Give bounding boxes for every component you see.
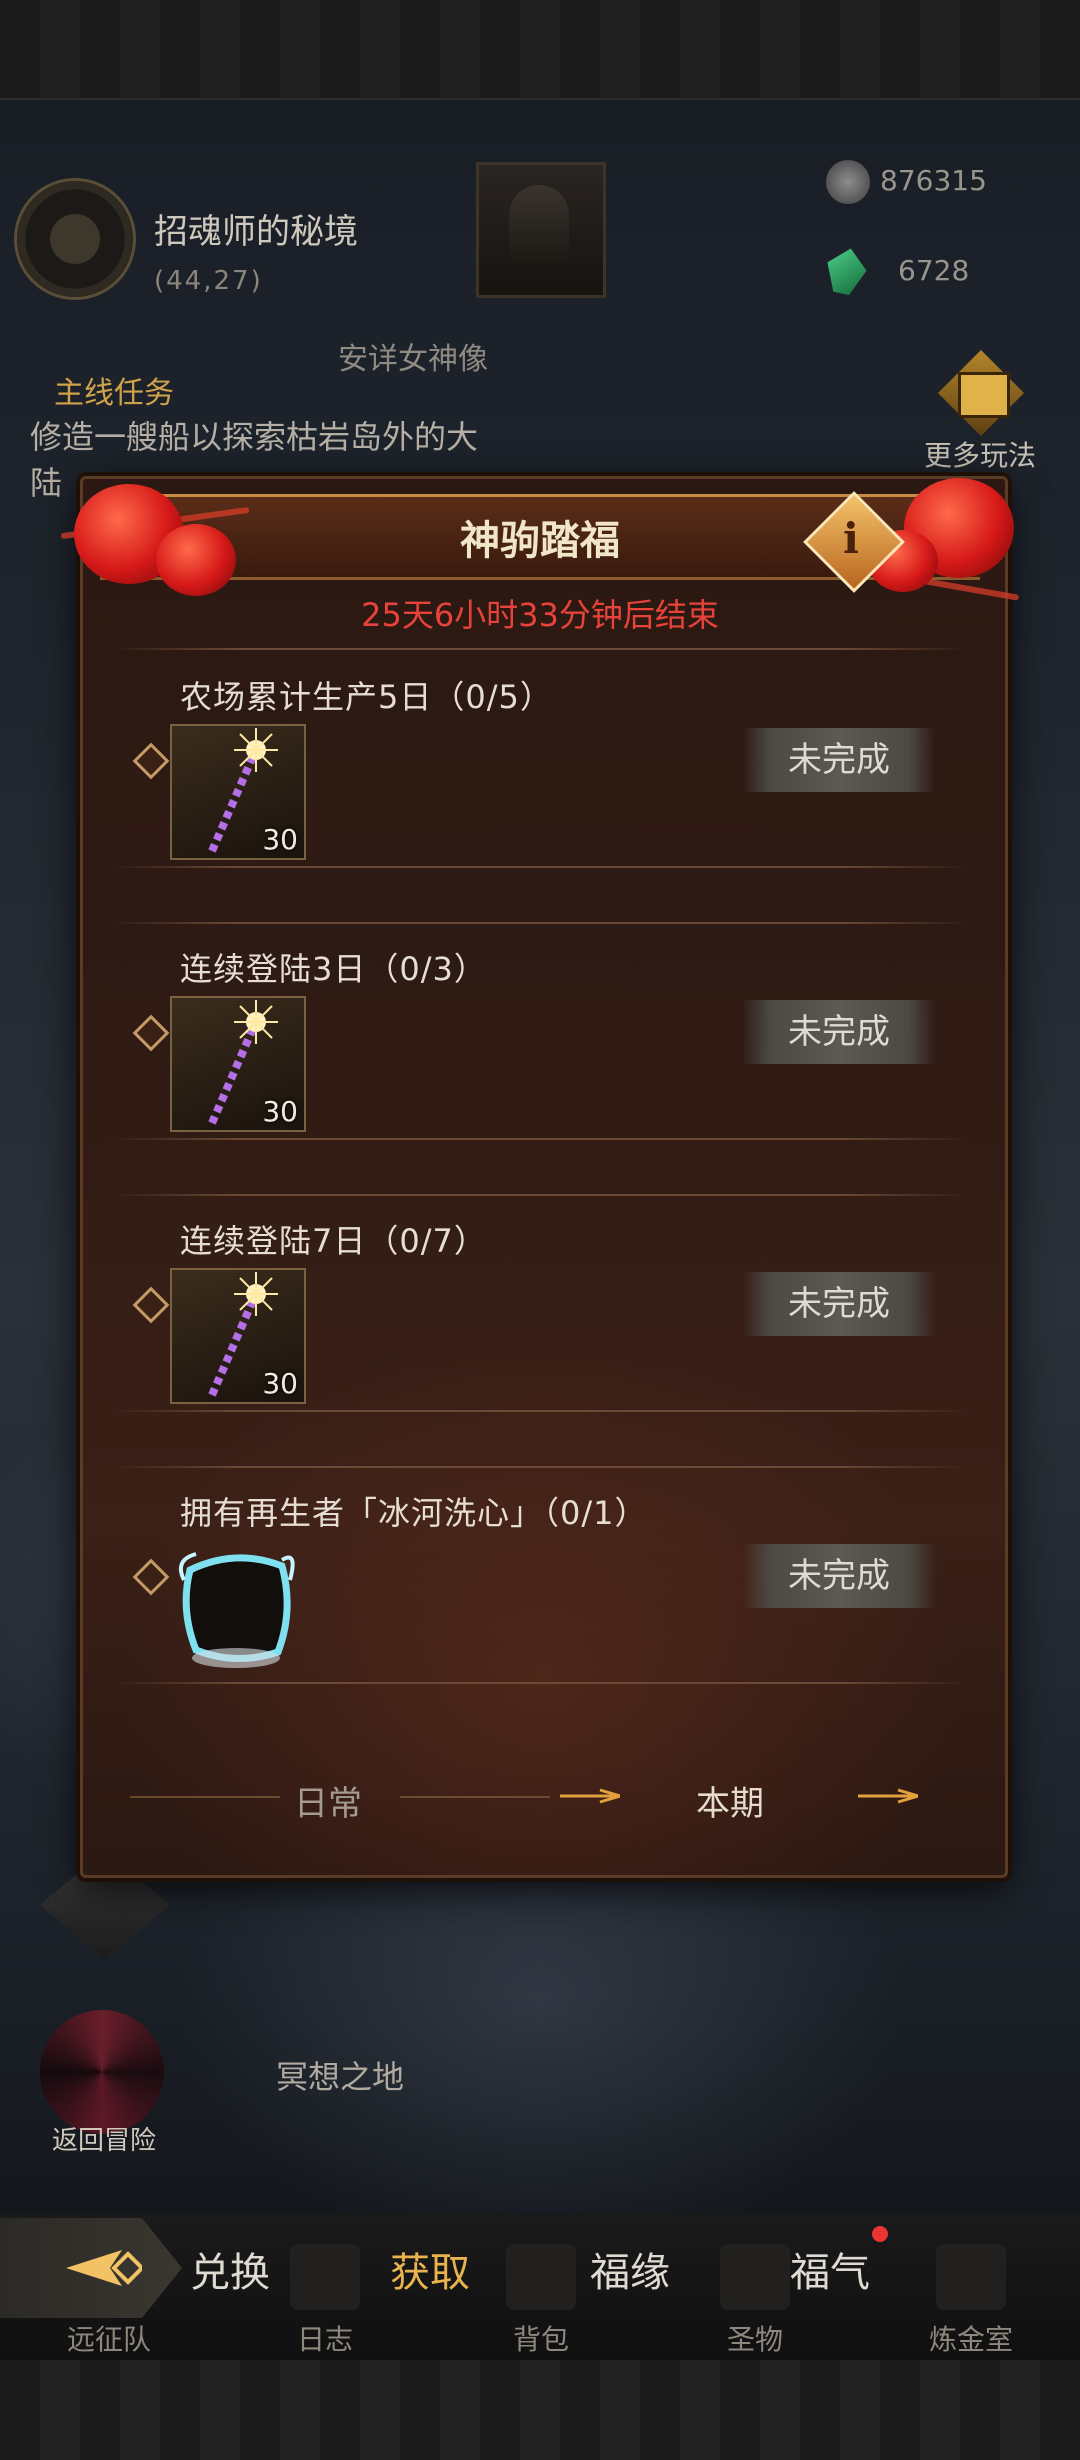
arrow-ornament-icon — [560, 1788, 620, 1804]
more-play-label[interactable]: 更多玩法 — [924, 434, 1036, 474]
task-title: 连续登陆7日（0/7） — [180, 1222, 487, 1260]
tab-blessing[interactable]: 福气 — [760, 2240, 900, 2298]
event-countdown: 25天6小时33分钟后结束 — [361, 596, 719, 634]
info-icon[interactable]: i — [818, 506, 884, 572]
divider — [110, 1138, 970, 1140]
reward-item[interactable]: 30 — [170, 724, 306, 860]
reward-count: 30 — [262, 1367, 298, 1400]
divider — [110, 1466, 970, 1468]
divider — [110, 866, 970, 868]
divider — [110, 648, 970, 650]
task-status-button[interactable]: 未完成 — [742, 1544, 936, 1608]
portal-icon[interactable] — [40, 2010, 164, 2134]
divider — [110, 1682, 970, 1684]
top-frame — [0, 0, 1080, 100]
nav-journal[interactable]: 日志 — [250, 2318, 400, 2358]
task-status-button[interactable]: 未完成 — [742, 728, 936, 792]
reward-item[interactable] — [170, 1540, 302, 1672]
reward-count: 30 — [262, 1095, 298, 1128]
nav-expedition[interactable]: 远征队 — [34, 2318, 184, 2358]
event-tab-bar: 兑换 获取 福缘 福气 — [0, 2218, 1080, 2318]
divider — [110, 922, 970, 924]
meditate-label: 冥想之地 — [276, 2058, 405, 2096]
notification-dot — [872, 2226, 888, 2242]
tab-fortune[interactable]: 福缘 — [560, 2240, 700, 2298]
tab-current-period[interactable]: 本期 — [696, 1776, 764, 1825]
hero-portrait[interactable] — [476, 162, 606, 298]
reward-count: 30 — [262, 823, 298, 856]
area-coordinates: (44,27) — [154, 266, 263, 296]
nav-relic[interactable]: 圣物 — [680, 2318, 830, 2358]
reward-item[interactable]: 30 — [170, 996, 306, 1132]
nav-alchemy[interactable]: 炼金室 — [896, 2318, 1046, 2358]
tab-divider-line — [130, 1796, 280, 1798]
quest-title[interactable]: 主线任务 — [54, 368, 174, 412]
task-status-button[interactable]: 未完成 — [742, 1272, 936, 1336]
reward-item[interactable]: 30 — [170, 1268, 306, 1404]
area-emblem-icon[interactable] — [14, 178, 136, 300]
task-title: 拥有再生者「冰河洗心」（0/1） — [180, 1494, 648, 1532]
tab-obtain[interactable]: 获取 — [360, 2240, 500, 2298]
gift-box-icon[interactable] — [958, 372, 1010, 418]
statue-label: 安详女神像 — [338, 342, 488, 377]
gem-count: 6728 — [898, 254, 970, 287]
area-name: 招魂师的秘境 — [154, 212, 358, 252]
divider — [110, 1410, 970, 1412]
tab-daily[interactable]: 日常 — [294, 1776, 362, 1825]
task-title: 农场累计生产5日（0/5） — [180, 678, 553, 716]
divider — [110, 1194, 970, 1196]
tab-divider-line — [400, 1796, 550, 1798]
arrow-left-icon[interactable] — [62, 2242, 142, 2294]
bottom-frame — [0, 2360, 1080, 2460]
ore-count: 876315 — [880, 164, 987, 197]
task-title: 连续登陆3日（0/3） — [180, 950, 487, 988]
return-adventure-label[interactable]: 返回冒险 — [52, 2120, 156, 2157]
arrow-ornament-icon — [858, 1788, 918, 1804]
nav-backpack[interactable]: 背包 — [466, 2318, 616, 2358]
ice-frame-icon — [179, 1552, 295, 1668]
ore-icon — [826, 160, 870, 204]
tab-exchange[interactable]: 兑换 — [160, 2240, 300, 2298]
task-status-button[interactable]: 未完成 — [742, 1000, 936, 1064]
